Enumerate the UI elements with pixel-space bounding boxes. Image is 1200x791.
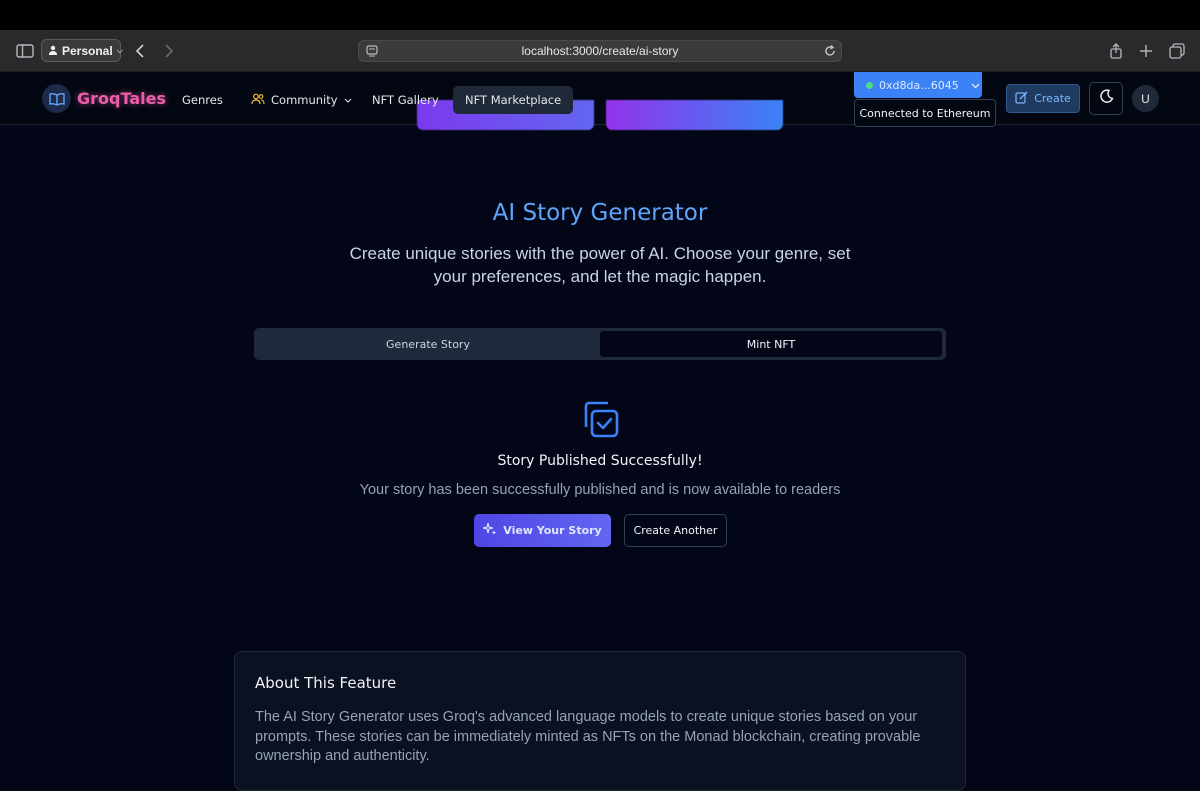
page-subtitle: Create unique stories with the power of … [349, 244, 851, 286]
person-icon [48, 44, 58, 58]
decorative-glow [606, 100, 783, 130]
connection-status-dot [866, 81, 873, 89]
users-icon [251, 93, 265, 108]
nav-link-label: Community [271, 93, 338, 107]
view-story-label: View Your Story [503, 524, 602, 537]
success-title: Story Published Successfully! [497, 453, 703, 469]
brand-name: GroqTales [77, 89, 166, 108]
nav-link-label: NFT Marketplace [465, 93, 562, 107]
wallet-tooltip: Connected to Ethereum [854, 99, 996, 127]
chevron-down-icon [344, 93, 352, 107]
sparkles-icon [483, 522, 497, 539]
brand-logo[interactable]: GroqTales [42, 84, 166, 113]
tab-overview-icon[interactable] [1166, 40, 1188, 62]
nav-link-community[interactable]: Community [239, 86, 364, 114]
os-menu-bar [0, 0, 1200, 30]
about-heading: About This Feature [255, 674, 397, 692]
forward-icon[interactable] [158, 40, 180, 62]
copy-check-icon [580, 399, 620, 439]
chevron-down-icon: ⌵ [116, 45, 123, 55]
profile-switcher[interactable]: Personal ⌵ [41, 39, 123, 62]
mode-tabs: Generate Story Mint NFT [254, 328, 946, 360]
theme-toggle-button[interactable] [1089, 82, 1123, 115]
wallet-button[interactable]: 0xd8da...6045 [854, 72, 982, 98]
edit-icon [1015, 91, 1028, 107]
view-story-button[interactable]: View Your Story [474, 514, 611, 547]
wallet-address: 0xd8da...6045 [879, 78, 959, 92]
create-button[interactable]: Create [1006, 84, 1080, 113]
address-bar[interactable]: localhost:3000/create/ai-story [358, 40, 842, 62]
url-text: localhost:3000/create/ai-story [521, 44, 679, 58]
nav-link-nft-marketplace[interactable]: NFT Marketplace [453, 86, 574, 114]
chevron-down-icon [971, 79, 980, 92]
tab-mint-nft[interactable]: Mint NFT [600, 331, 942, 357]
about-body: The AI Story Generator uses Groq's advan… [255, 709, 921, 764]
share-icon[interactable] [1105, 40, 1127, 62]
nav-link-label: NFT Gallery [372, 93, 439, 107]
nav-link-nft-gallery[interactable]: NFT Gallery [360, 86, 451, 114]
sidebar-toggle-icon[interactable] [14, 40, 36, 62]
browser-toolbar: Personal ⌵ localhost:3000/create/ai-stor… [0, 30, 1200, 72]
profile-label: Personal [62, 43, 113, 58]
back-icon[interactable] [129, 40, 151, 62]
user-avatar[interactable]: U [1132, 85, 1159, 112]
moon-icon [1099, 88, 1114, 109]
create-button-label: Create [1034, 92, 1071, 105]
reload-icon[interactable] [823, 44, 837, 61]
tab-generate-story[interactable]: Generate Story [257, 331, 599, 357]
create-another-button[interactable]: Create Another [624, 514, 727, 547]
page-title: AI Story Generator [492, 200, 708, 226]
about-feature-card: About This Feature The AI Story Generato… [234, 651, 966, 791]
nav-link-label: Genres [182, 93, 223, 107]
book-icon [42, 84, 71, 113]
success-description: Your story has been successfully publish… [359, 482, 841, 498]
new-tab-icon[interactable] [1135, 40, 1157, 62]
page-settings-icon[interactable] [365, 44, 379, 61]
nav-link-genres[interactable]: Genres [170, 86, 235, 114]
site-navigation: GroqTales Genres Community NFT Gallery N… [0, 72, 1200, 130]
